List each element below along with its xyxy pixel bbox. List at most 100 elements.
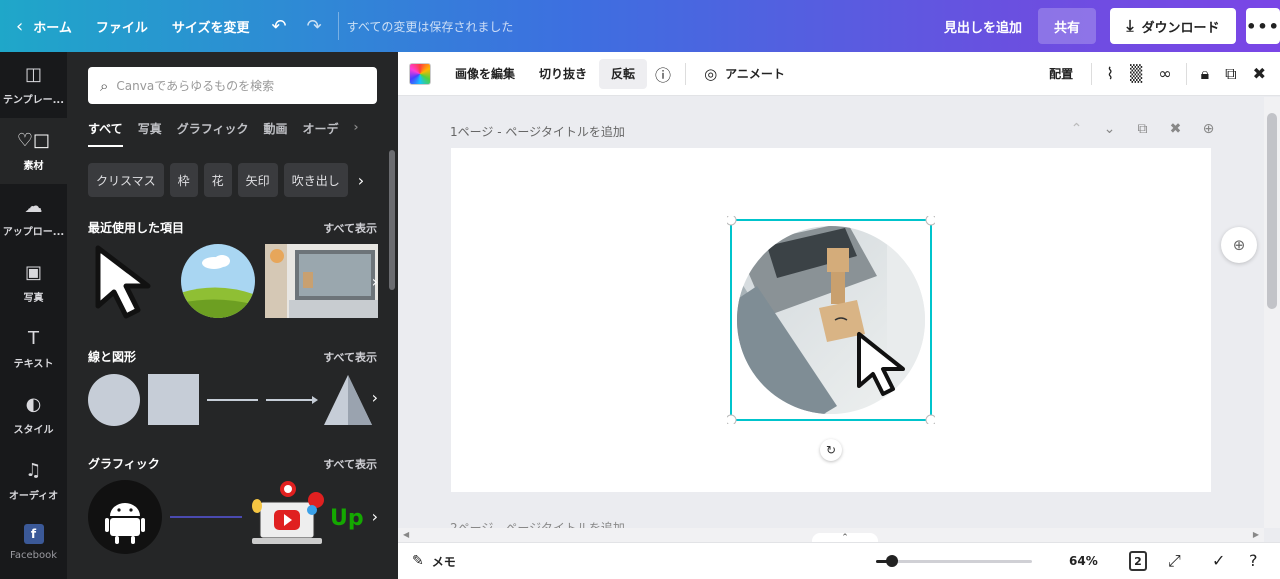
trash-icon[interactable]: ✖ xyxy=(1245,64,1280,83)
rail-item-elements[interactable]: ♡□ 素材 xyxy=(0,118,67,184)
android-logo-graphic[interactable] xyxy=(88,480,162,554)
square-shape[interactable] xyxy=(148,374,199,425)
laptop-photo-thumbnail[interactable] xyxy=(265,244,378,318)
transparency-icon[interactable]: ▒ xyxy=(1122,64,1150,83)
lock-icon[interactable]: 🔒︎ xyxy=(1193,64,1218,84)
design-page[interactable]: ↻ xyxy=(451,148,1211,492)
chevron-up-icon[interactable]: ⌃ xyxy=(1060,121,1093,137)
tab-graphics[interactable]: グラフィック xyxy=(177,120,249,147)
zoom-level[interactable]: 64% xyxy=(1069,554,1098,568)
scrollbar-thumb[interactable] xyxy=(1267,113,1277,309)
fullscreen-icon[interactable]: ⤢ xyxy=(1168,551,1181,571)
rotate-handle-icon[interactable]: ↻ xyxy=(820,439,842,461)
add-heading-button[interactable]: 見出しを追加 xyxy=(928,0,1038,52)
file-menu-button[interactable]: ファイル xyxy=(84,0,160,52)
graphics-see-all-link[interactable]: すべて表示 xyxy=(323,456,377,472)
rail-item-templates[interactable]: ◫ テンプレー... xyxy=(0,52,67,118)
resize-button[interactable]: サイズを変更 xyxy=(160,0,262,52)
circle-shape[interactable] xyxy=(88,374,140,426)
tab-audio[interactable]: オーデ xyxy=(302,120,338,147)
download-button[interactable]: ⤓ ダウンロード xyxy=(1110,8,1236,44)
home-button[interactable]: ‹ ホーム xyxy=(0,0,84,52)
chevron-right-icon[interactable]: › xyxy=(372,272,378,291)
shapes-section-title: 線と図形 xyxy=(88,350,137,364)
scroll-right-icon[interactable]: ▶ xyxy=(1253,530,1259,539)
share-button[interactable]: 共有 xyxy=(1037,8,1096,44)
chevron-right-icon[interactable]: › xyxy=(372,507,378,526)
chip-flower[interactable]: 花 xyxy=(203,163,232,197)
page-title[interactable]: 1ページ - ページタイトルを追加 xyxy=(450,123,625,140)
bottom-bar: ✎ メモ 64% 2 ⤢ ✓ ? xyxy=(398,542,1280,579)
chevron-right-icon[interactable]: › xyxy=(354,163,364,197)
rail-item-uploads[interactable]: ☁ アップロー... xyxy=(0,184,67,250)
chevron-right-icon[interactable]: › xyxy=(372,388,378,407)
chip-arrow[interactable]: 矢印 xyxy=(237,163,278,197)
shapes-see-all-link[interactable]: すべて表示 xyxy=(323,349,377,365)
scroll-left-icon[interactable]: ◀ xyxy=(403,530,409,539)
chevron-down-icon[interactable]: ⌄ xyxy=(1093,121,1126,137)
tab-videos[interactable]: 動画 xyxy=(263,120,287,147)
selected-image-element[interactable] xyxy=(727,216,935,424)
cursor-arrow-thumbnail[interactable] xyxy=(88,242,170,320)
laptop-video-graphic[interactable] xyxy=(252,481,324,544)
photo-icon: ▣ xyxy=(24,262,42,283)
recent-section-title: 最近使用した項目 xyxy=(88,221,185,235)
chip-speech-bubble[interactable]: 吹き出し xyxy=(283,163,348,197)
tab-all[interactable]: すべて xyxy=(88,120,123,147)
rail-item-text[interactable]: T テキスト xyxy=(0,316,67,382)
saved-status: すべての変更は保存されました xyxy=(346,19,514,34)
check-icon[interactable]: ✓ xyxy=(1212,551,1225,570)
rail-item-photos[interactable]: ▣ 写真 xyxy=(0,250,67,316)
search-input[interactable] xyxy=(116,78,357,93)
divider xyxy=(1185,62,1187,85)
left-rail: ◫ テンプレー... ♡□ 素材 ☁ アップロー... ▣ 写真 T テキスト … xyxy=(0,52,67,579)
flip-button[interactable]: 反転 xyxy=(599,58,648,89)
edit-image-button[interactable]: 画像を編集 xyxy=(443,59,527,89)
delete-page-icon[interactable]: ✖ xyxy=(1159,121,1192,137)
chip-christmas[interactable]: クリスマス xyxy=(88,163,164,197)
animate-button[interactable]: ◎ アニメート xyxy=(692,59,797,89)
comment-icon[interactable]: ⊕ xyxy=(1221,227,1257,263)
share-label: 共有 xyxy=(1053,20,1080,36)
landscape-circle-thumbnail[interactable] xyxy=(180,243,256,319)
notes-button[interactable]: ✎ メモ xyxy=(412,553,456,570)
crop-button[interactable]: 切り抜き xyxy=(527,59,599,89)
color-swatch-button[interactable] xyxy=(409,62,431,85)
redo-icon[interactable]: ↷ xyxy=(297,0,332,52)
rail-item-audio[interactable]: ♫ オーディオ xyxy=(0,448,67,514)
chevron-right-icon[interactable]: › xyxy=(354,120,359,147)
text-icon: T xyxy=(28,328,39,349)
rail-item-styles[interactable]: ◐ スタイル xyxy=(0,382,67,448)
duplicate-page-icon[interactable]: ⧉ xyxy=(1126,121,1159,137)
shapes-row xyxy=(88,374,372,426)
upwork-logo-graphic[interactable]: Up xyxy=(330,506,364,531)
panel-scrollbar[interactable] xyxy=(389,150,395,290)
divider xyxy=(337,12,339,40)
palette-icon: ◐ xyxy=(25,394,42,415)
more-options-icon[interactable]: ••• xyxy=(1246,8,1280,44)
add-page-icon[interactable]: ⊕ xyxy=(1192,121,1225,137)
position-button[interactable]: 配置 xyxy=(1037,59,1085,89)
tab-photos[interactable]: 写真 xyxy=(138,120,162,147)
page-controls: ⌃ ⌄ ⧉ ✖ ⊕ xyxy=(1060,121,1225,137)
duplicate-icon[interactable]: ⧉ xyxy=(1217,64,1244,84)
rail-item-facebook[interactable]: f Facebook xyxy=(0,524,67,561)
undo-icon[interactable]: ↶ xyxy=(261,0,296,52)
graphics-section-title: グラフィック xyxy=(88,457,160,471)
paint-roller-icon[interactable]: ⌇ xyxy=(1098,64,1122,83)
page-title[interactable]: 2ページ - ページタイトルを追加 xyxy=(450,519,625,528)
info-icon[interactable]: ⓘ xyxy=(647,62,679,86)
chip-frame[interactable]: 枠 xyxy=(169,163,198,197)
suggestion-chips: クリスマス 枠 花 矢印 吹き出し › xyxy=(88,163,364,197)
canvas-vertical-scrollbar[interactable] xyxy=(1264,97,1280,528)
recent-see-all-link[interactable]: すべて表示 xyxy=(323,220,377,236)
rail-label: テンプレー... xyxy=(2,95,65,106)
help-icon[interactable]: ? xyxy=(1249,551,1258,570)
link-icon[interactable]: ∞ xyxy=(1150,64,1179,83)
page-count-button[interactable]: 2 xyxy=(1129,551,1147,571)
divider xyxy=(685,62,687,85)
rail-label: 素材 xyxy=(23,161,44,172)
zoom-slider-knob[interactable] xyxy=(886,555,898,567)
home-label: ホーム xyxy=(33,20,72,36)
zoom-slider[interactable] xyxy=(876,555,1032,567)
